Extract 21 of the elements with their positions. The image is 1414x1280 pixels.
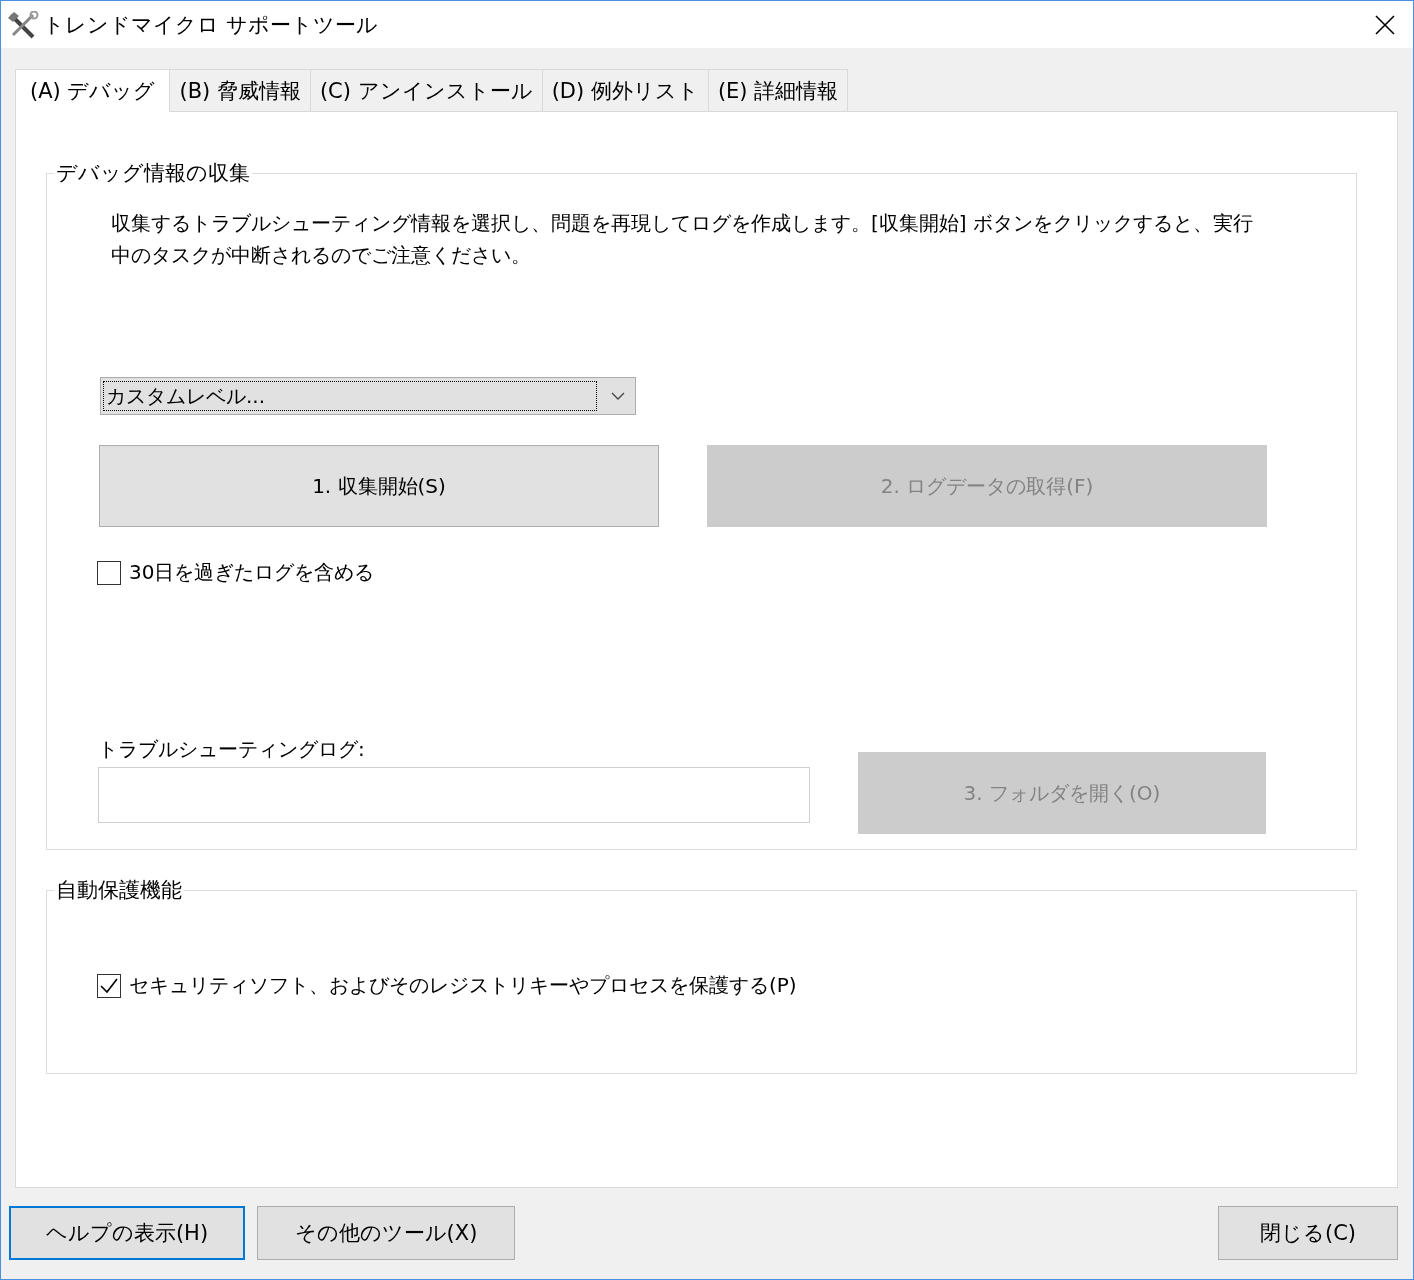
- checkbox-label: 30日を過ぎたログを含める: [129, 559, 375, 586]
- action-button[interactable]: 1. 収集開始(S): [99, 445, 659, 527]
- tools-icon: [7, 10, 39, 39]
- tab[interactable]: (A) デバッグ: [15, 69, 171, 112]
- group-title: デバッグ情報の収集: [55, 160, 251, 187]
- level-dropdown[interactable]: カスタムレベル...: [100, 377, 636, 415]
- footer-button[interactable]: ヘルプの表示(H): [9, 1206, 245, 1260]
- checkmark-icon: [99, 976, 119, 995]
- footer-button[interactable]: その他のツール(X): [257, 1206, 515, 1260]
- checkbox-label: セキュリティソフト、およびそのレジストリキーやプロセスを保護する(P): [129, 972, 797, 999]
- tab[interactable]: (E) 詳細情報: [707, 69, 849, 111]
- checkbox[interactable]: [97, 973, 121, 998]
- close-icon: [1375, 14, 1395, 35]
- group-title: 自動保護機能: [55, 877, 183, 904]
- footer-button[interactable]: 閉じる(C): [1218, 1206, 1398, 1260]
- window-title: トレンドマイクロ サポートツール: [43, 11, 379, 39]
- chevron-down-icon: [611, 392, 625, 400]
- checkbox[interactable]: [97, 560, 121, 585]
- field-label: トラブルシューティングログ:: [98, 736, 366, 763]
- description-text: 収集するトラブルシューティング情報を選択し、問題を再現してログを作成します。[収集開始] ボタンをクリックすると、実行中のタスクが中断されるのでご注意ください。: [111, 210, 1254, 269]
- log-path-field[interactable]: [98, 767, 810, 823]
